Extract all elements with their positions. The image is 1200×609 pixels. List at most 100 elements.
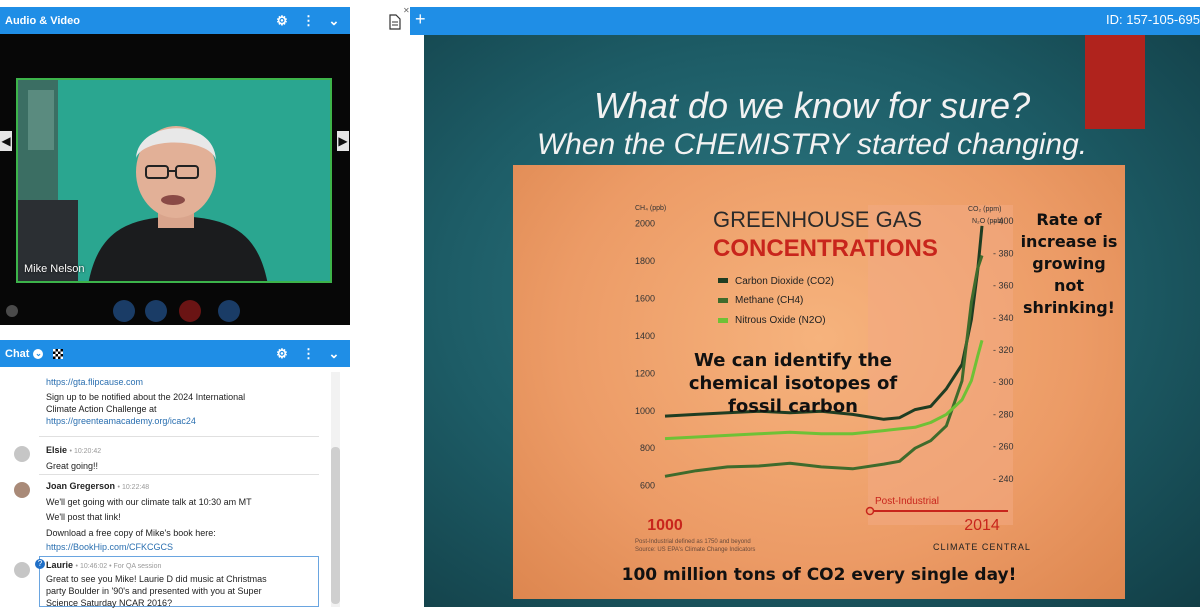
right-tick-label: - 360 [993,281,1014,291]
av-control-bar [0,298,350,325]
chat-message: Laurie • 10:46:02 • For QA session Great… [46,559,326,609]
sender-name: Laurie [46,560,74,570]
avatar [14,562,30,578]
left-tick-label: 800 [640,443,655,453]
plus-icon: + [415,9,426,29]
rate-note-line: shrinking! [1023,298,1115,317]
chat-text: Sign up to be notified about the 2024 In… [46,392,246,402]
isotopes-note-line: fossil carbon [728,396,858,417]
flag-icon[interactable] [53,348,64,359]
sender-name: Joan Gregerson [46,481,116,491]
chat-link[interactable]: https://greenteamacademy.org/icac24 [46,415,326,427]
document-tab[interactable]: ✕ [376,6,410,35]
chevron-circle-icon[interactable]: ⌄ [33,348,44,359]
brand-logo: CLIMATE CENTRAL [933,542,1031,552]
presentation-slide: What do we know for sure? When the CHEMI… [424,35,1200,607]
right-tick-label: - 320 [993,345,1014,355]
message-time: 10:20:42 [73,448,102,455]
chat-header: Chat ⌄ ⚙ ⋮ ⌄ [0,340,350,367]
chevron-right-icon: ▶ [338,134,348,148]
isotopes-note: We can identify the chemical isotopes of… [689,350,898,417]
speaker-video[interactable]: Mike Nelson [16,78,332,283]
rate-note-line: growing [1032,254,1105,273]
audio-video-title: Audio & Video [5,14,80,27]
left-tick-label: 1400 [635,331,655,341]
right-tick-label: - 260 [993,442,1014,452]
previous-video-button[interactable]: ◀ [0,131,12,151]
hangup-button[interactable] [179,300,201,322]
left-tick-label: 1800 [635,256,655,266]
chart-heading-2: CONCENTRATIONS [713,235,938,262]
speaker-image [18,80,330,281]
left-tick-label: 1200 [635,368,655,378]
rate-note-line: Rate of [1036,210,1102,229]
mic-toggle-button[interactable] [145,300,167,322]
chat-text: We'll post that link! [46,512,121,522]
footnote-line: Post-Industrial defined as 1750 and beyo… [635,539,751,545]
chat-link[interactable]: https://gta.flipcause.com [46,376,326,388]
chat-message: Joan Gregerson • 10:22:48 We'll get goin… [46,480,326,553]
audio-video-header: Audio & Video ⚙ ⋮ ⌄ [0,7,350,34]
sender-name: Elsie [46,445,68,455]
more-vertical-icon[interactable]: ⋮ [302,346,315,362]
left-column: Audio & Video ⚙ ⋮ ⌄ ◀ ▶ Mike Nelson Chat… [0,0,350,609]
chart-heading-1: GREENHOUSE GAS [713,207,922,232]
legend-swatch-ch4 [718,298,728,303]
chat-scrollbar-thumb[interactable] [331,447,340,604]
participant-icon[interactable] [6,305,18,317]
avatar [14,482,30,498]
rate-note-line: increase is [1021,232,1118,251]
chart-card: CH₄ (ppb) CO₂ (ppm) N₂O (ppb) 600 800 1000… [513,165,1125,599]
gear-icon[interactable]: ⚙ [276,346,288,362]
message-time: 10:46:02 [79,563,108,570]
gear-icon[interactable]: ⚙ [276,13,288,29]
legend-co2: Carbon Dioxide (CO2) [735,276,834,287]
close-tab-icon[interactable]: ✕ [403,6,410,15]
rate-note: Rate of increase is growing not shrinkin… [1021,210,1118,317]
more-vertical-icon[interactable]: ⋮ [302,13,315,29]
right-tick-label: - 380 [993,248,1014,258]
screen-share-button[interactable] [218,300,240,322]
next-video-button[interactable]: ▶ [337,131,349,151]
isotopes-note-line: chemical isotopes of [689,373,898,394]
post-industrial-label: Post-Industrial [875,496,939,507]
chat-text: Great going!! [46,461,99,471]
question-icon: ? [35,559,45,569]
right-tick-label: - 400 [993,216,1014,226]
chevron-left-icon: ◀ [1,134,11,148]
chat-link[interactable]: https://BookHip.com/CFKCGCS [46,541,326,553]
chat-title: Chat [5,347,30,360]
chevron-down-icon[interactable]: ⌄ [328,346,340,362]
add-tab-button[interactable]: + [415,9,426,30]
chat-text: party Boulder in '90's and presented wit… [46,586,262,596]
message-divider [39,474,319,475]
isotopes-note-line: We can identify the [694,350,892,371]
left-tick-label: 2000 [635,219,655,229]
message-tag: For QA session [113,563,162,570]
chat-text: Science Saturday NCAR 2016? [46,598,173,608]
right-tick-label: - 240 [993,474,1014,484]
left-tick-label: 1000 [635,406,655,416]
bottom-caption: 100 million tons of CO2 every single day… [622,565,1017,585]
right-tick-label: - 340 [993,313,1014,323]
x-tick-label: 2014 [964,517,1000,534]
session-id-label: ID: 157-105-695 [1106,12,1200,27]
chat-text: We'll get going with our climate talk at… [46,497,252,507]
legend-n2o: Nitrous Oxide (N2O) [735,315,826,326]
message-time: 10:22:48 [121,484,150,491]
chevron-down-icon[interactable]: ⌄ [328,13,340,29]
x-tick-label: 1000 [647,517,683,534]
speaker-name-label: Mike Nelson [24,263,85,275]
camera-toggle-button[interactable] [113,300,135,322]
footnote-line: Source: US EPA's Climate Change Indicato… [635,547,755,553]
message-divider [39,436,319,437]
right-tick-label: - 300 [993,377,1014,387]
chat-message: Elsie • 10:20:42 Great going!! [46,444,326,472]
right-axis-label-co2: CO₂ (ppm) [968,206,1001,213]
slide-subtitle: When the CHEMISTRY started changing. [536,128,1088,161]
chat-text: Great to see you Mike! Laurie D did musi… [46,574,267,584]
document-tab-bar [376,7,1200,35]
legend-swatch-co2 [718,278,728,283]
chat-text: Download a free copy of Mike's book here… [46,528,216,538]
left-tick-label: 1600 [635,294,655,304]
